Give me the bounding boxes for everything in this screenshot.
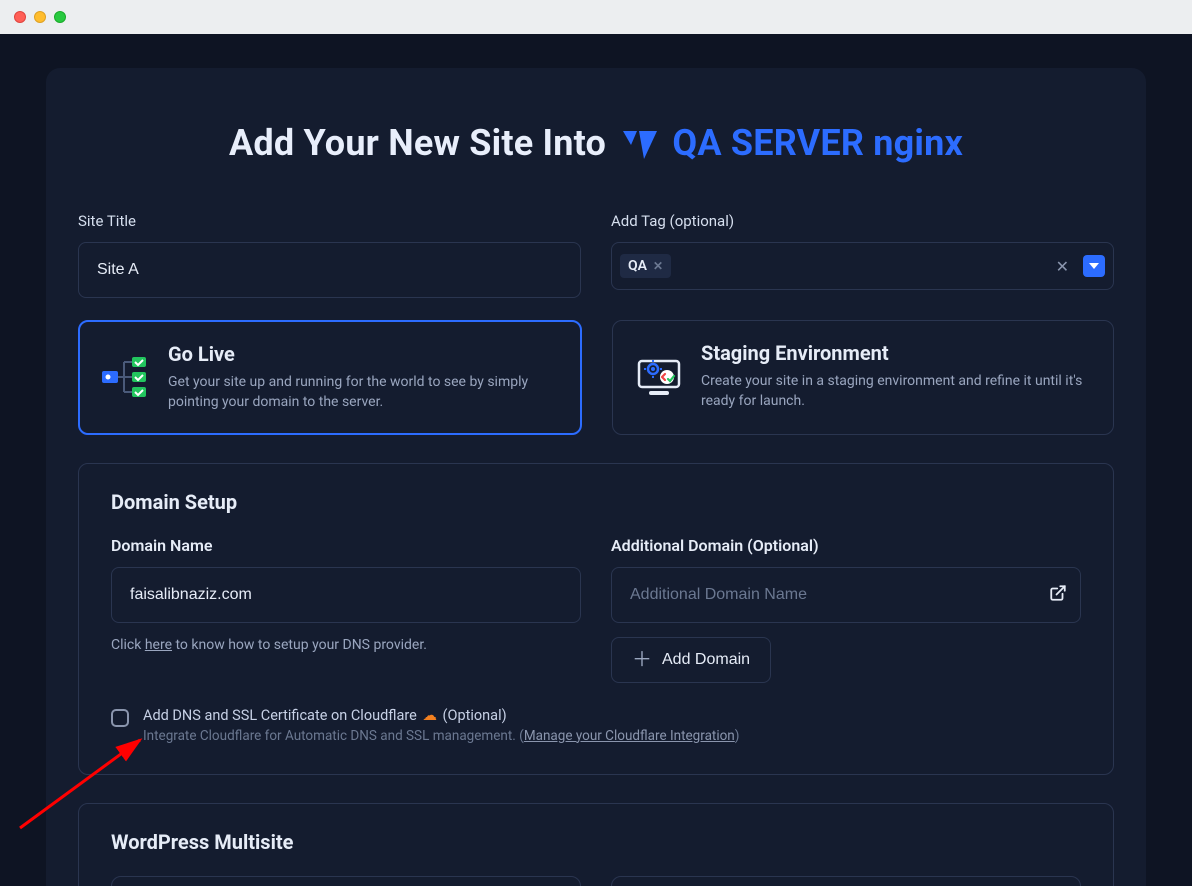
add-tag-label: Add Tag (optional) (611, 212, 1114, 230)
dns-helper-pre: Click (111, 637, 145, 653)
tag-chip: QA ✕ (620, 254, 671, 278)
domain-name-label: Domain Name (111, 536, 581, 555)
cloudflare-manage-link[interactable]: Manage your Cloudflare Integration (524, 728, 735, 744)
add-site-card: Add Your New Site Into QA SERVER nginx S… (46, 68, 1146, 886)
external-link-icon[interactable] (1049, 584, 1067, 606)
cloudflare-label-post: (Optional) (439, 707, 507, 724)
tags-dropdown-toggle[interactable] (1083, 255, 1105, 277)
wordpress-multisite-panel: WordPress Multisite Enable Multisite Sub… (78, 803, 1114, 886)
tag-remove-icon[interactable]: ✕ (653, 259, 663, 273)
option-staging-desc: Create your site in a staging environmen… (701, 371, 1091, 412)
domain-setup-panel: Domain Setup Domain Name Click here to k… (78, 463, 1114, 775)
cloudflare-subtext: Integrate Cloudflare for Automatic DNS a… (143, 728, 739, 744)
cloudflare-label: Add DNS and SSL Certificate on Cloudflar… (143, 707, 739, 724)
additional-domain-label: Additional Domain (Optional) (611, 536, 1081, 555)
window-titlebar (0, 0, 1192, 34)
staging-icon (635, 341, 683, 414)
cloudflare-sub-post: ) (735, 728, 740, 744)
tags-clear-icon[interactable]: ✕ (1050, 257, 1075, 276)
subdomain-row[interactable]: Subdomain (611, 876, 1081, 886)
page-title: Add Your New Site Into QA SERVER nginx (78, 122, 1114, 168)
wordpress-multisite-title: WordPress Multisite (111, 830, 1081, 854)
plus-icon: ＋ (632, 650, 652, 670)
add-domain-button[interactable]: ＋ Add Domain (611, 637, 771, 683)
cloudflare-icon: ☁ (422, 707, 437, 724)
tag-multiselect[interactable]: QA ✕ ✕ (611, 242, 1114, 290)
site-title-input[interactable] (78, 242, 581, 298)
dns-helper-link[interactable]: here (145, 637, 172, 653)
provider-logo-icon (623, 126, 657, 168)
go-live-icon (102, 342, 150, 413)
domain-setup-title: Domain Setup (111, 490, 1081, 514)
additional-domain-input[interactable] (611, 567, 1081, 623)
window-close-button[interactable] (14, 11, 26, 23)
option-go-live-title: Go Live (168, 342, 558, 366)
cloudflare-checkbox[interactable] (111, 709, 129, 727)
add-domain-label: Add Domain (662, 651, 750, 669)
server-name: QA SERVER nginx (672, 122, 963, 164)
window-zoom-button[interactable] (54, 11, 66, 23)
option-go-live[interactable]: Go Live Get your site up and running for… (78, 320, 582, 435)
option-staging[interactable]: Staging Environment Create your site in … (612, 320, 1114, 435)
cloudflare-label-pre: Add DNS and SSL Certificate on Cloudflar… (143, 707, 420, 724)
heading-prefix: Add Your New Site Into (229, 122, 606, 164)
enable-multisite-toggle-row[interactable]: Enable Multisite (111, 876, 581, 886)
cloudflare-sub-pre: Integrate Cloudflare for Automatic DNS a… (143, 728, 524, 744)
option-staging-title: Staging Environment (701, 341, 1091, 365)
tag-chip-label: QA (628, 258, 647, 274)
option-go-live-desc: Get your site up and running for the wor… (168, 372, 558, 413)
site-title-label: Site Title (78, 212, 581, 230)
domain-name-input[interactable] (111, 567, 581, 623)
dns-helper-text: Click here to know how to setup your DNS… (111, 637, 581, 653)
window-minimize-button[interactable] (34, 11, 46, 23)
dns-helper-post: to know how to setup your DNS provider. (172, 637, 427, 653)
caret-down-icon (1089, 261, 1099, 271)
